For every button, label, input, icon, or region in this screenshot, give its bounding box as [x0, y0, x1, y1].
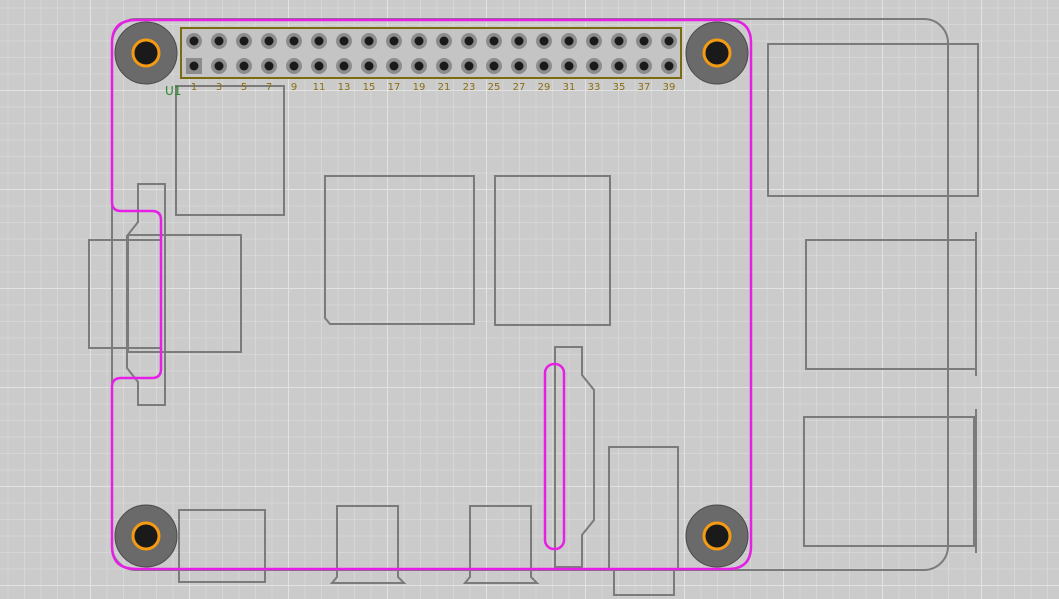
usb-port-upper: [805, 239, 977, 370]
header-pin-40[interactable]: [661, 33, 677, 49]
header-pin-20[interactable]: [411, 33, 427, 49]
header-pin-22[interactable]: [436, 33, 452, 49]
pin-label-39: 39: [663, 82, 676, 93]
component-outline-small: [175, 85, 285, 216]
pin-label-1: 1: [191, 82, 197, 93]
pin-label-19: 19: [413, 82, 426, 93]
header-pin-11[interactable]: [311, 58, 327, 74]
power-jack-outline: [178, 509, 266, 583]
header-pin-29[interactable]: [536, 58, 552, 74]
pin-labels: 1 3 5 7 9 11 13 15 17 19 21 23 25 27 29 31 33 35 37 39: [191, 82, 676, 93]
header-pin-18[interactable]: [386, 33, 402, 49]
usb-power-port-lip: [613, 568, 675, 596]
header-pin-3[interactable]: [211, 58, 227, 74]
usb-power-port: [608, 446, 679, 570]
header-pin-33[interactable]: [586, 58, 602, 74]
header-pin-19[interactable]: [411, 58, 427, 74]
pi-board-outline: [111, 18, 949, 571]
pcb-canvas[interactable]: 1 3 5 7 9 11 13 15 17 19 21 23 25 27 29 31 33 35 37 39 U1: [0, 0, 1059, 599]
pin-label-37: 37: [638, 82, 651, 93]
mounting-ring-icon: [131, 521, 161, 551]
soc-chip-outline: [324, 175, 475, 325]
pin-label-17: 17: [388, 82, 401, 93]
mounting-hole-bottom-right[interactable]: [685, 504, 749, 568]
header-pin-6[interactable]: [236, 33, 252, 49]
pin-label-5: 5: [241, 82, 247, 93]
header-pin-23[interactable]: [461, 58, 477, 74]
header-pin-38[interactable]: [636, 33, 652, 49]
header-pin-1[interactable]: [186, 58, 202, 74]
mounting-hole-top-right[interactable]: [685, 21, 749, 85]
gpio-header-outline: [180, 27, 682, 79]
ram-chip-outline: [494, 175, 611, 326]
pin-label-9: 9: [291, 82, 297, 93]
header-pin-2[interactable]: [186, 33, 202, 49]
mounting-ring-icon: [702, 38, 732, 68]
header-pin-4[interactable]: [211, 33, 227, 49]
pin-label-3: 3: [216, 82, 222, 93]
header-pin-28[interactable]: [511, 33, 527, 49]
header-pin-9[interactable]: [286, 58, 302, 74]
header-pin-12[interactable]: [311, 33, 327, 49]
header-pin-30[interactable]: [536, 33, 552, 49]
header-pin-32[interactable]: [561, 33, 577, 49]
header-pin-34[interactable]: [586, 33, 602, 49]
mounting-ring-icon: [131, 38, 161, 68]
header-pin-13[interactable]: [336, 58, 352, 74]
pin-label-21: 21: [438, 82, 451, 93]
display-connector-body: [127, 234, 242, 353]
mounting-hole-bottom-left[interactable]: [114, 504, 178, 568]
pin-label-31: 31: [563, 82, 576, 93]
pin-label-29: 29: [538, 82, 551, 93]
header-pin-31[interactable]: [561, 58, 577, 74]
header-pin-21[interactable]: [436, 58, 452, 74]
header-pin-17[interactable]: [386, 58, 402, 74]
header-pin-26[interactable]: [486, 33, 502, 49]
pin-label-27: 27: [513, 82, 526, 93]
hdmi-port-2-outline: [462, 505, 540, 584]
pin-label-7: 7: [266, 82, 272, 93]
header-pin-10[interactable]: [286, 33, 302, 49]
gpio-header[interactable]: [180, 27, 682, 79]
header-refdes-label: U1: [165, 84, 181, 98]
header-pin-16[interactable]: [361, 33, 377, 49]
pin-label-35: 35: [613, 82, 626, 93]
pin-label-33: 33: [588, 82, 601, 93]
mounting-ring-icon: [702, 521, 732, 551]
header-pin-5[interactable]: [236, 58, 252, 74]
pin-label-15: 15: [363, 82, 376, 93]
header-pin-7[interactable]: [261, 58, 277, 74]
ethernet-port: [767, 43, 979, 197]
pin-label-11: 11: [313, 82, 326, 93]
header-pin-14[interactable]: [336, 33, 352, 49]
header-pin-24[interactable]: [461, 33, 477, 49]
hat-outline: [110, 18, 753, 571]
mounting-hole-top-left[interactable]: [114, 21, 178, 85]
display-connector-latch: [126, 183, 166, 406]
header-pin-25[interactable]: [486, 58, 502, 74]
header-pin-39[interactable]: [661, 58, 677, 74]
header-pin-37[interactable]: [636, 58, 652, 74]
pin-label-23: 23: [463, 82, 476, 93]
pin-label-25: 25: [488, 82, 501, 93]
sd-card-slot: [88, 239, 162, 349]
camera-connector-outline: [554, 346, 595, 568]
header-pin-27[interactable]: [511, 58, 527, 74]
header-pin-15[interactable]: [361, 58, 377, 74]
header-pin-35[interactable]: [611, 58, 627, 74]
header-pin-36[interactable]: [611, 33, 627, 49]
header-pin-8[interactable]: [261, 33, 277, 49]
pin-label-13: 13: [338, 82, 351, 93]
hdmi-port-1-outline: [329, 505, 407, 584]
